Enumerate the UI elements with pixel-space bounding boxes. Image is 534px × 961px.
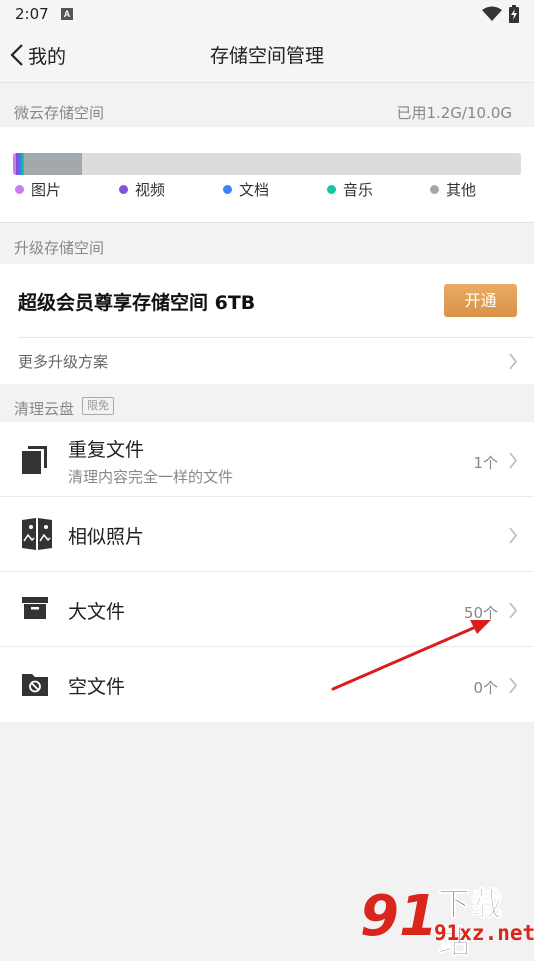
more-plans-row[interactable]: 更多升级方案 [0, 338, 534, 384]
storage-card: 图片 视频 文档 音乐 其他 [0, 127, 534, 222]
chevron-right-icon [509, 677, 518, 694]
chevron-right-icon [509, 602, 518, 619]
bar-segment-other [24, 153, 82, 175]
archive-box-icon [22, 597, 48, 619]
empty-folder-icon [22, 674, 48, 696]
legend-dot [223, 185, 232, 194]
clean-item-title: 空文件 [68, 676, 126, 698]
battery-charging-icon [509, 5, 519, 23]
legend-label: 图片 [31, 181, 62, 199]
legend-item-docs: 文档 [223, 179, 269, 200]
legend-label: 音乐 [343, 181, 374, 199]
status-bar: 2:07 A [0, 0, 534, 28]
upgrade-card: 超级会员尊享存储空间 6TB 开通 更多升级方案 [0, 264, 534, 384]
clean-item-title: 大文件 [68, 601, 126, 623]
clean-item-count: 1个 [473, 454, 498, 472]
legend-item-videos: 视频 [119, 179, 165, 200]
storage-section-label: 微云存储空间 [14, 104, 105, 122]
clean-item-count: 0个 [473, 679, 498, 697]
clean-item-count: 50个 [463, 604, 498, 622]
legend-label: 文档 [239, 181, 270, 199]
more-plans-label: 更多升级方案 [18, 353, 109, 371]
nav-bar: 我的 存储空间管理 [0, 28, 534, 83]
chevron-right-icon [509, 527, 518, 544]
legend-label: 其他 [446, 181, 477, 199]
clean-item-subtitle: 清理内容完全一样的文件 [68, 468, 234, 486]
status-time: 2:07 [15, 5, 49, 23]
wifi-icon [482, 6, 502, 21]
upgrade-section-header: 升级存储空间 [0, 222, 534, 265]
similar-photos-icon [22, 518, 52, 550]
clean-item-similar-photos[interactable]: 相似照片 [0, 497, 534, 572]
storage-legend: 图片 视频 文档 音乐 其他 [0, 179, 534, 201]
clean-item-empty-files[interactable]: 空文件 0个 [0, 647, 534, 722]
legend-label: 视频 [135, 181, 166, 199]
legend-item-other: 其他 [430, 179, 476, 200]
clean-item-title: 重复文件 [68, 439, 145, 461]
clean-item-duplicate-files[interactable]: 重复文件 清理内容完全一样的文件 1个 [0, 422, 534, 497]
watermark: 91 下载站 91xz.net [360, 884, 534, 961]
legend-item-music: 音乐 [327, 179, 373, 200]
duplicate-files-icon [22, 446, 47, 474]
legend-dot [430, 185, 439, 194]
legend-dot [15, 185, 24, 194]
storage-section-header: 微云存储空间 已用1.2G/10.0G [0, 83, 534, 127]
storage-usage: 已用1.2G/10.0G [396, 104, 512, 122]
clean-section-label: 清理云盘 [14, 400, 75, 418]
upgrade-section-label: 升级存储空间 [14, 239, 105, 257]
clean-section-header: 清理云盘 限免 [0, 384, 534, 422]
legend-dot [119, 185, 128, 194]
legend-dot [327, 185, 336, 194]
free-badge: 限免 [82, 397, 114, 415]
clean-item-large-files[interactable]: 大文件 50个 [0, 572, 534, 647]
legend-item-images: 图片 [15, 179, 61, 200]
clean-item-title: 相似照片 [68, 526, 145, 548]
page-title: 存储空间管理 [209, 45, 324, 67]
chevron-right-icon [509, 452, 518, 469]
storage-usage-bar [13, 153, 521, 175]
watermark-logo: 91 [360, 884, 438, 949]
chevron-right-icon [509, 353, 518, 370]
watermark-domain: 91xz.net [434, 921, 534, 945]
vip-storage-title: 超级会员尊享存储空间 6TB [18, 292, 256, 314]
notification-icon: A [61, 8, 73, 20]
open-vip-button[interactable]: 开通 [444, 284, 517, 317]
